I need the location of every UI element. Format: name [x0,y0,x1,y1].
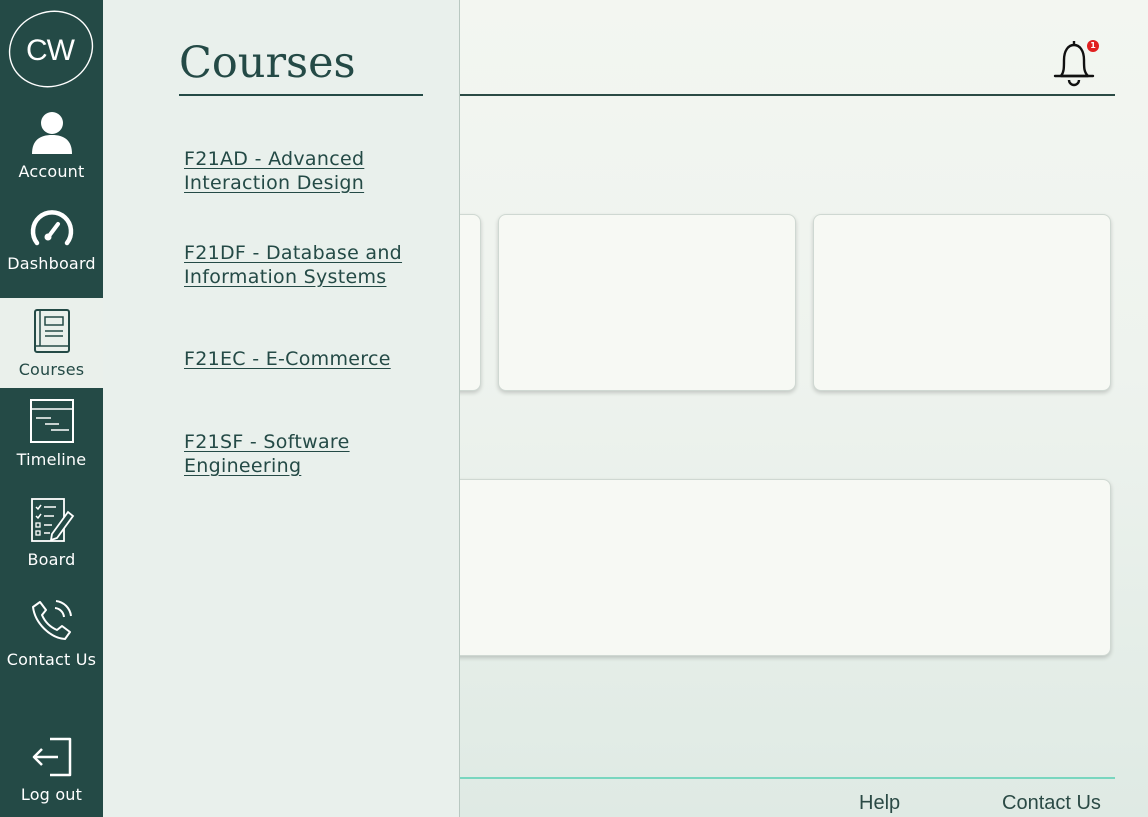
footer-help-link[interactable]: Help [859,792,900,815]
sidebar-item-timeline[interactable]: Timeline [0,398,103,478]
book-icon [33,309,70,353]
courses-flyout: Courses F21AD - Advanced Interaction Des… [103,0,460,817]
course-link[interactable]: F21EC - E-Commerce [184,347,424,371]
notification-badge: 1 [1087,40,1099,52]
sidebar-item-label: Timeline [16,450,87,469]
timeline-icon [29,399,74,443]
footer-contact-link[interactable]: Contact Us [1002,792,1101,815]
logout-button[interactable]: Log out [0,735,103,817]
footer-divider [460,777,1115,779]
sidebar-item-dashboard[interactable]: Dashboard [0,208,103,298]
sidebar-item-label: Dashboard [7,254,96,273]
sidebar-item-board[interactable]: Board [0,496,103,578]
flyout-title-divider [179,94,423,96]
header-divider [460,94,1115,96]
course-link[interactable]: F21DF - Database and Information Systems [184,241,424,289]
dashboard-card [813,214,1111,391]
sidebar-item-courses[interactable]: Courses [0,298,103,388]
sidebar-item-label: Contact Us [6,650,97,669]
cw-logo[interactable]: CW [6,8,96,90]
sidebar-item-label: Courses [18,360,85,379]
sidebar-item-account[interactable]: Account [0,110,103,190]
user-icon [31,112,72,154]
course-link[interactable]: F21AD - Advanced Interaction Design [184,147,424,195]
flyout-title: Courses [179,38,356,88]
logout-label: Log out [20,785,83,804]
course-link[interactable]: F21SF - Software Engineering [184,430,424,478]
sidebar-item-label: Board [27,550,76,569]
phone-icon [31,600,72,640]
sidebar-item-contact-us[interactable]: Contact Us [0,596,103,676]
checklist-pen-icon [30,498,74,542]
sidebar: CW Account Dashboard Courses Timeline Bo… [0,0,103,817]
svg-text:CW: CW [26,34,76,67]
logout-icon [32,737,71,777]
dashboard-wide-card [420,479,1111,656]
dashboard-card [498,214,796,391]
gauge-icon [30,210,73,246]
sidebar-item-label: Account [18,162,85,181]
